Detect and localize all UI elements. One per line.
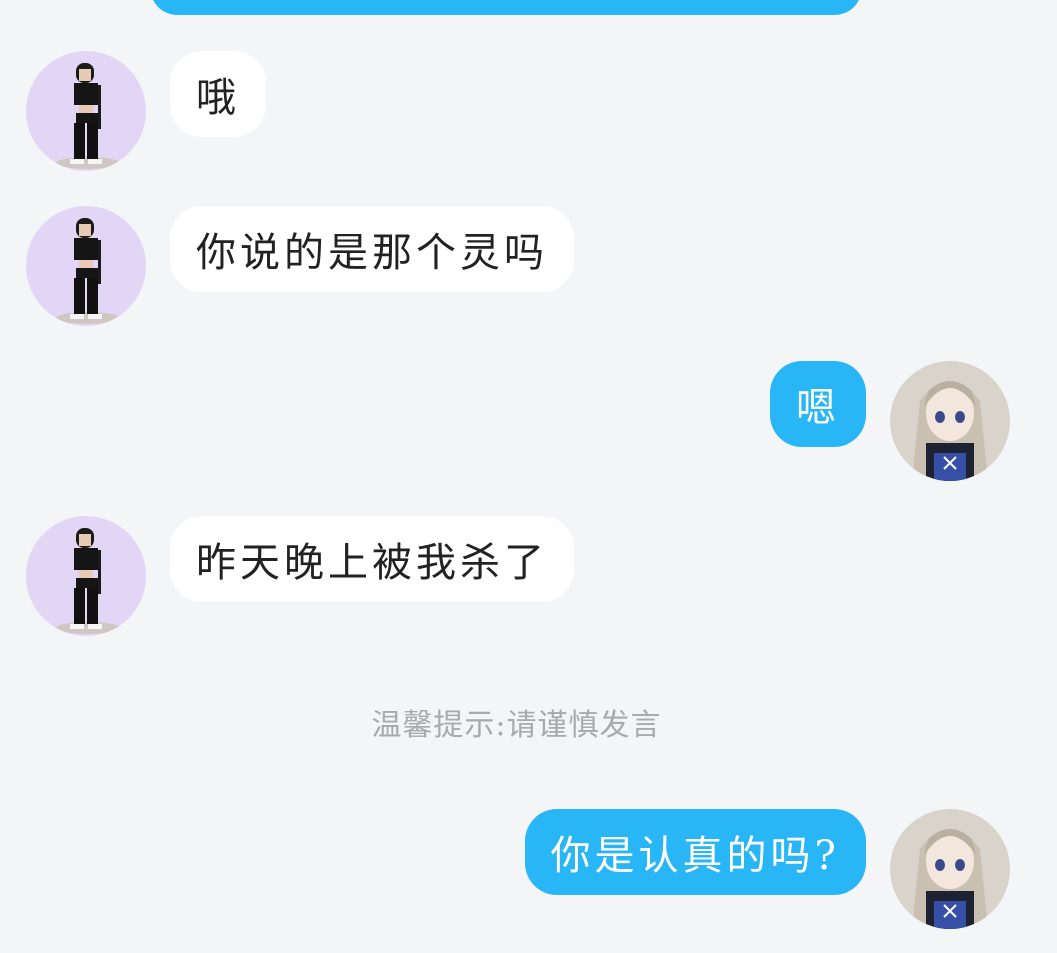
message-row-other: 你说的是那个灵吗 — [26, 206, 574, 326]
message-bubble[interactable]: 你说的是那个灵吗 — [170, 206, 574, 292]
user-avatar[interactable] — [890, 361, 1010, 481]
message-bubble[interactable]: 哦 — [170, 51, 266, 137]
message-bubble[interactable]: 你是认真的吗? — [524, 809, 866, 895]
previous-message-bubble[interactable] — [150, 0, 862, 15]
message-bubble[interactable]: 嗯 — [770, 361, 866, 447]
chat-view: 哦 你说的是那个灵吗 嗯 昨天晚上被我杀了 温馨提示:请谨慎发言 你是认真的吗? — [0, 0, 1057, 953]
contact-avatar[interactable] — [26, 516, 146, 636]
message-row-other: 哦 — [26, 51, 266, 171]
message-row-self: 你是认真的吗? — [524, 809, 1010, 929]
user-avatar[interactable] — [890, 809, 1010, 929]
message-row-self: 嗯 — [770, 361, 1010, 481]
system-notice: 温馨提示:请谨慎发言 — [371, 708, 662, 743]
contact-avatar[interactable] — [26, 206, 146, 326]
message-bubble[interactable]: 昨天晚上被我杀了 — [170, 516, 574, 602]
contact-avatar[interactable] — [26, 51, 146, 171]
message-row-other: 昨天晚上被我杀了 — [26, 516, 574, 636]
